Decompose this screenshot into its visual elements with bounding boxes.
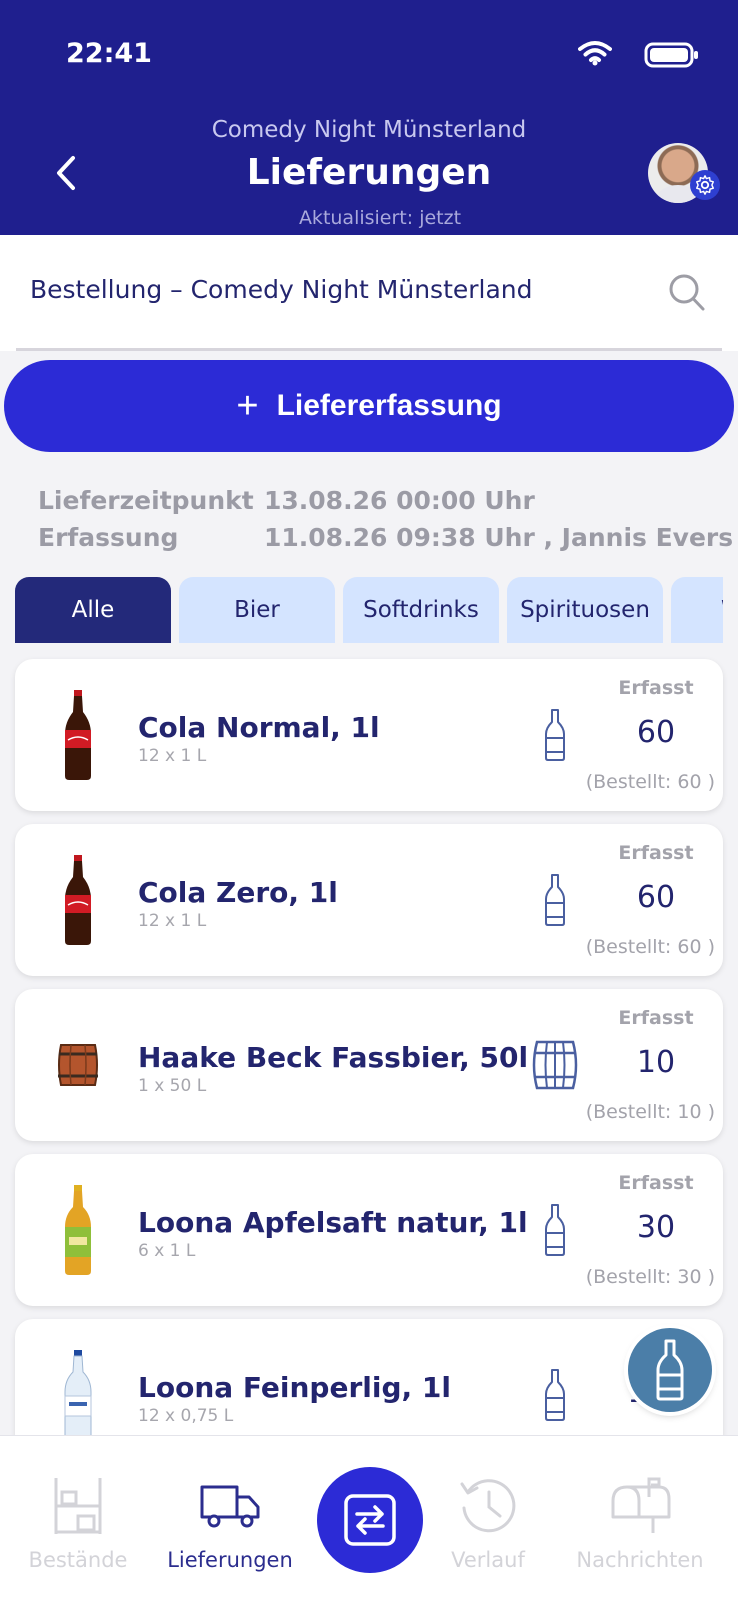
- plus-icon: +: [236, 384, 259, 427]
- add-delivery-button[interactable]: + Liefererfassung: [4, 360, 734, 452]
- delivery-time-value: 13.08.26 00:00 Uhr: [264, 486, 535, 515]
- capture-value: 11.08.26 09:38 Uhr , Jannis Evers: [264, 523, 734, 552]
- nav-bestaende[interactable]: Bestände: [3, 1436, 153, 1576]
- search-input[interactable]: Bestellung – Comedy Night Münsterland: [30, 275, 533, 304]
- nav-label: Verlauf: [451, 1548, 525, 1572]
- tab-alle[interactable]: Alle: [15, 577, 171, 643]
- delivery-time-label: Lieferzeitpunkt: [38, 486, 254, 515]
- erfasst-label: Erfasst: [618, 842, 694, 864]
- erfasst-value[interactable]: 60: [601, 880, 711, 915]
- erfasst-value[interactable]: 60: [601, 715, 711, 750]
- mailbox-icon: [565, 1474, 715, 1538]
- erfasst-label: Erfasst: [618, 1007, 694, 1029]
- product-pack: 6 x 1 L: [138, 1241, 196, 1261]
- delivery-time-row: Lieferzeitpunkt 13.08.26 00:00 Uhr: [38, 486, 535, 515]
- floating-bottle-button[interactable]: [628, 1328, 712, 1412]
- erfasst-value[interactable]: 30: [601, 1210, 711, 1245]
- transfer-button[interactable]: [317, 1467, 423, 1573]
- capture-label: Erfassung: [38, 523, 179, 552]
- product-name: Cola Normal, 1l: [138, 711, 380, 744]
- cola-bottle-image: [55, 685, 101, 785]
- ordered-count: (Bestellt: 60 ): [585, 936, 715, 958]
- organization-name: Comedy Night Münsterland: [211, 117, 527, 143]
- bottle-icon: [656, 1339, 684, 1401]
- tab-wein[interactable]: W: [671, 577, 723, 643]
- swap-icon: [344, 1494, 396, 1546]
- barrel-image: [55, 1015, 101, 1115]
- gear-icon-graphic: [696, 175, 714, 195]
- product-name: Cola Zero, 1l: [138, 876, 338, 909]
- product-card[interactable]: Loona Apfelsaft natur, 1l 6 x 1 L Erfass…: [15, 1154, 723, 1306]
- search-underline: [16, 348, 722, 351]
- search-icon[interactable]: [668, 273, 706, 313]
- bottle-icon: [527, 1200, 583, 1260]
- nav-label: Lieferungen: [167, 1548, 293, 1572]
- history-icon: [413, 1474, 563, 1538]
- product-pack: 12 x 1 L: [138, 746, 207, 766]
- status-time: 22:41: [66, 38, 152, 69]
- updated-status: Aktualisiert: jetzt: [298, 207, 462, 229]
- tab-bier[interactable]: Bier: [179, 577, 335, 643]
- erfasst-label: Erfasst: [618, 1172, 694, 1194]
- erfasst-label: Erfasst: [618, 677, 694, 699]
- ordered-count: (Bestellt: 30 ): [585, 1266, 715, 1288]
- nav-verlauf[interactable]: Verlauf: [413, 1436, 563, 1576]
- product-name: Loona Apfelsaft natur, 1l: [138, 1206, 528, 1239]
- ordered-count: (Bestellt: 60 ): [585, 771, 715, 793]
- product-card[interactable]: Loona Feinperlig, 1l 12 x 0,75 L E 120: [15, 1319, 723, 1435]
- category-tabs: Alle Bier Softdrinks Spirituosen W: [15, 577, 723, 643]
- product-pack: 12 x 0,75 L: [138, 1406, 234, 1426]
- tab-softdrinks[interactable]: Softdrinks: [343, 577, 499, 643]
- nav-label: Bestände: [28, 1548, 128, 1572]
- product-name: Loona Feinperlig, 1l: [138, 1371, 451, 1404]
- capture-row: Erfassung 11.08.26 09:38 Uhr , Jannis Eve…: [38, 523, 733, 552]
- nav-nachrichten[interactable]: Nachrichten: [565, 1436, 715, 1576]
- erfasst-value[interactable]: 10: [601, 1045, 711, 1080]
- shelf-icon: [3, 1474, 153, 1538]
- tab-spirituosen[interactable]: Spirituosen: [507, 577, 663, 643]
- product-card[interactable]: Cola Normal, 1l 12 x 1 L Erfasst 60 (Bes…: [15, 659, 723, 811]
- product-list: Cola Normal, 1l 12 x 1 L Erfasst 60 (Bes…: [0, 643, 738, 1435]
- barrel-icon: [527, 1035, 583, 1095]
- search-bar[interactable]: Bestellung – Comedy Night Münsterland: [0, 235, 738, 351]
- gear-icon[interactable]: [690, 170, 720, 200]
- bottle-icon: [527, 870, 583, 930]
- product-card[interactable]: Haake Beck Fassbier, 50l 1 x 50 L Erfass…: [15, 989, 723, 1141]
- ordered-count: (Bestellt: 10 ): [585, 1101, 715, 1123]
- wifi-icon: [578, 41, 612, 66]
- product-card[interactable]: Cola Zero, 1l 12 x 1 L Erfasst 60 (Beste…: [15, 824, 723, 976]
- truck-icon: [155, 1474, 305, 1538]
- bottle-icon: [527, 705, 583, 765]
- nav-lieferungen[interactable]: Lieferungen: [155, 1436, 305, 1576]
- product-pack: 1 x 50 L: [138, 1076, 207, 1096]
- water-bottle-image: [55, 1345, 101, 1435]
- battery-icon: [644, 42, 698, 68]
- nav-label: Nachrichten: [576, 1548, 704, 1572]
- bottle-icon: [527, 1365, 583, 1425]
- header: 22:41 Comedy Night Münsterland Lieferung…: [0, 0, 738, 235]
- product-pack: 12 x 1 L: [138, 911, 207, 931]
- product-name: Haake Beck Fassbier, 50l: [138, 1041, 529, 1074]
- app-screen: 22:41 Comedy Night Münsterland Lieferung…: [0, 0, 738, 1600]
- cola-bottle-image: [55, 850, 101, 950]
- add-delivery-label: Liefererfassung: [276, 389, 502, 422]
- juice-bottle-image: [55, 1180, 101, 1280]
- page-title: Lieferungen: [246, 152, 492, 193]
